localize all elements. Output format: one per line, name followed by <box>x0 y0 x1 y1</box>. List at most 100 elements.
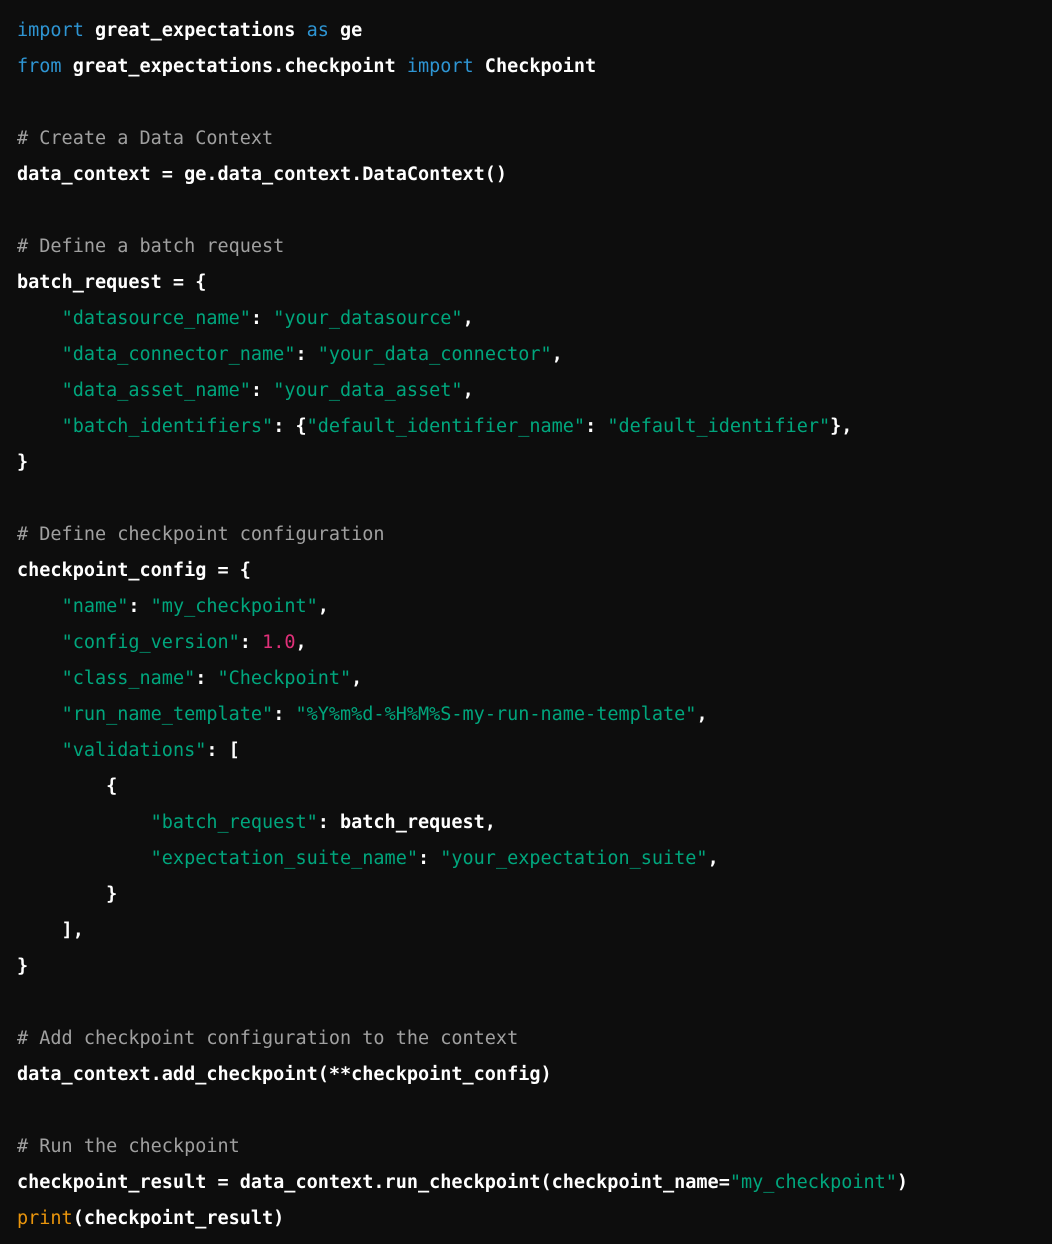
comment-token: # Define checkpoint configuration <box>17 524 385 545</box>
code-line: batch_request = { <box>17 265 1052 301</box>
string-token: "expectation_suite_name" <box>150 848 418 869</box>
code-text: ) <box>896 1172 909 1193</box>
code-line: # Define a batch request <box>17 229 1052 265</box>
code-line: } <box>17 949 1052 985</box>
string-token: "my_checkpoint" <box>150 596 318 617</box>
string-token: "your_data_connector" <box>317 344 552 365</box>
number-token: 1.0 <box>262 632 296 653</box>
string-token: "%Y%m%d-%H%M%S-my-run-name-template" <box>295 704 697 725</box>
code-text: data_context = ge.data_context.DataConte… <box>17 164 508 185</box>
code-line: "expectation_suite_name": "your_expectat… <box>17 841 1052 877</box>
code-text: ], <box>17 920 84 941</box>
code-line: checkpoint_config = { <box>17 553 1052 589</box>
code-text: batch_request = { <box>17 272 207 293</box>
code-text: : <box>195 668 218 689</box>
string-token: "config_version" <box>61 632 240 653</box>
code-line: # Define checkpoint configuration <box>17 517 1052 553</box>
code-line: } <box>17 445 1052 481</box>
string-token: "my_checkpoint" <box>729 1172 897 1193</box>
code-text: checkpoint_result = data_context.run_che… <box>17 1172 730 1193</box>
code-text: : <box>295 344 318 365</box>
keyword-token: import <box>17 20 84 41</box>
code-line: "data_connector_name": "your_data_connec… <box>17 337 1052 373</box>
code-text: : <box>273 704 296 725</box>
comment-token: # Create a Data Context <box>17 128 274 149</box>
builtin-token: print <box>17 1208 73 1229</box>
code-line: "config_version": 1.0, <box>17 625 1052 661</box>
code-text: : batch_request, <box>317 812 496 833</box>
code-text: } <box>17 956 29 977</box>
code-line: data_context = ge.data_context.DataConte… <box>17 157 1052 193</box>
code-text: , <box>295 632 307 653</box>
string-token: "your_datasource" <box>273 308 463 329</box>
comment-token: # Run the checkpoint <box>17 1136 240 1157</box>
comment-token: # Define a batch request <box>17 236 285 257</box>
code-text: } <box>17 884 118 905</box>
code-line: checkpoint_result = data_context.run_che… <box>17 1165 1052 1201</box>
code-text: : <box>250 308 274 329</box>
code-text: : <box>585 416 608 437</box>
string-token: "datasource_name" <box>61 308 251 329</box>
string-token: "name" <box>61 596 129 617</box>
keyword-token: as <box>306 20 329 41</box>
string-token: "class_name" <box>61 668 196 689</box>
code-text: , <box>551 344 563 365</box>
string-token: "run_name_template" <box>61 704 274 725</box>
code-text: : <box>250 380 274 401</box>
code-text: , <box>462 380 474 401</box>
code-text: Checkpoint <box>473 56 597 77</box>
keyword-token: from <box>17 56 62 77</box>
code-text: , <box>317 596 329 617</box>
code-line: import great_expectations as ge <box>17 13 1052 49</box>
code-text: data_context.add_checkpoint(**checkpoint… <box>17 1064 552 1085</box>
string-token: "batch_identifiers" <box>61 416 274 437</box>
code-line: "run_name_template": "%Y%m%d-%H%M%S-my-r… <box>17 697 1052 733</box>
code-line: "batch_identifiers": {"default_identifie… <box>17 409 1052 445</box>
string-token: "data_connector_name" <box>61 344 296 365</box>
code-line: "data_asset_name": "your_data_asset", <box>17 373 1052 409</box>
code-line: "batch_request": batch_request, <box>17 805 1052 841</box>
string-token: "Checkpoint" <box>217 668 352 689</box>
code-line: # Add checkpoint configuration to the co… <box>17 1021 1052 1057</box>
string-token: "data_asset_name" <box>61 380 251 401</box>
code-text: : { <box>273 416 307 437</box>
comment-token: # Add checkpoint configuration to the co… <box>17 1028 519 1049</box>
code-line: "class_name": "Checkpoint", <box>17 661 1052 697</box>
code-block: import great_expectations as ge from grea… <box>0 0 1052 1237</box>
code-line: print(checkpoint_result) <box>17 1201 1052 1237</box>
code-line: { <box>17 769 1052 805</box>
code-text: ge <box>328 20 363 41</box>
string-token: "your_data_asset" <box>273 380 463 401</box>
code-line: # Run the checkpoint <box>17 1129 1052 1165</box>
code-line: "validations": [ <box>17 733 1052 769</box>
code-line: data_context.add_checkpoint(**checkpoint… <box>17 1057 1052 1093</box>
code-text: checkpoint_config = { <box>17 560 251 581</box>
code-text: : <box>128 596 151 617</box>
string-token: "validations" <box>61 740 207 761</box>
code-line: "datasource_name": "your_datasource", <box>17 301 1052 337</box>
string-token: "your_expectation_suite" <box>440 848 708 869</box>
code-line: from great_expectations.checkpoint impor… <box>17 49 1052 85</box>
code-text: } <box>17 452 29 473</box>
code-line: } <box>17 877 1052 913</box>
string-token: "batch_request" <box>150 812 318 833</box>
code-text: : <box>239 632 263 653</box>
code-line: ], <box>17 913 1052 949</box>
code-text: }, <box>830 416 853 437</box>
code-text: : [ <box>206 740 240 761</box>
code-line: "name": "my_checkpoint", <box>17 589 1052 625</box>
